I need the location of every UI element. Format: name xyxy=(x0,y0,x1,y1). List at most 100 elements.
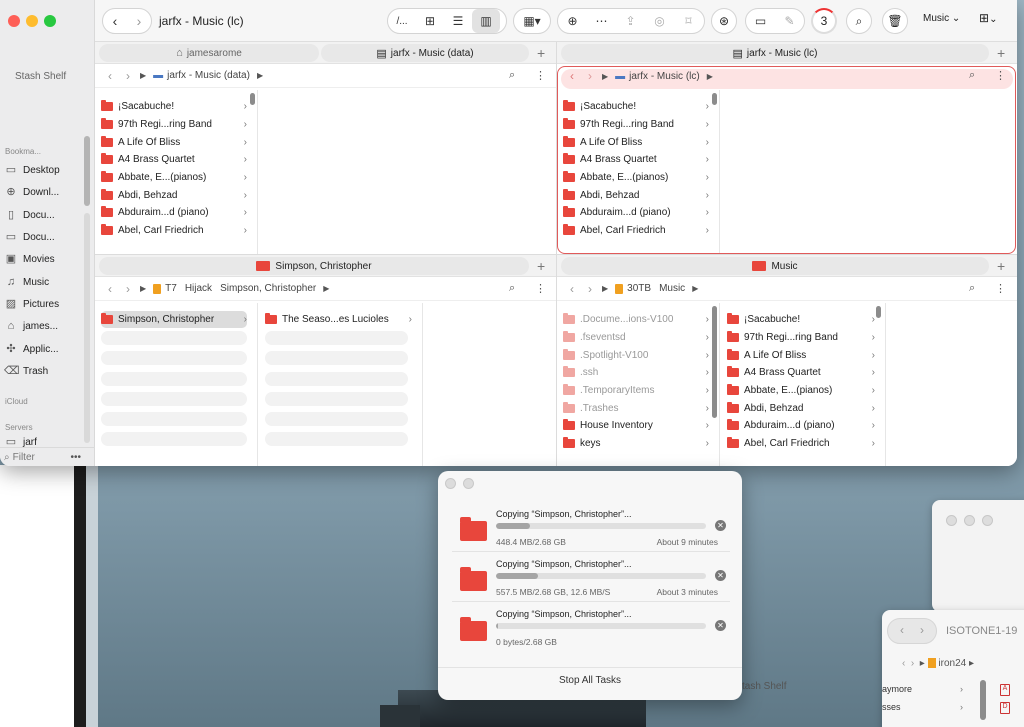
bg-nav-buttons[interactable]: ‹ › xyxy=(887,618,937,644)
list-item[interactable]: A4 Brass Quartet › xyxy=(101,151,247,168)
list-item[interactable]: A Life Of Bliss › xyxy=(101,134,247,151)
list-item[interactable]: Abduraim...d (piano) › xyxy=(727,417,875,434)
list-item[interactable]: 97th Regi...ring Band › xyxy=(727,329,875,346)
zoom-window-button[interactable] xyxy=(44,15,56,27)
network-icon[interactable]: ⊛ xyxy=(711,8,737,34)
list-item[interactable]: .fseventsd › xyxy=(563,329,709,346)
sidebar-filter[interactable]: ⌕ Filter ••• xyxy=(0,447,95,466)
location-selector[interactable]: Music ⌄ xyxy=(923,13,960,24)
add-tab-button[interactable]: + xyxy=(997,45,1005,61)
more-vertical-icon[interactable]: ⋮ xyxy=(535,282,546,295)
bg-scrollbar[interactable] xyxy=(980,680,986,720)
list-item[interactable]: Abdi, Behzad › xyxy=(101,187,247,204)
back-button[interactable]: ‹ xyxy=(103,9,127,33)
add-tab-button[interactable]: + xyxy=(537,45,545,61)
sidebar-item-documents[interactable]: ▯ Docu... xyxy=(4,205,82,225)
list-item[interactable]: A Life Of Bliss › xyxy=(727,347,875,364)
stop-all-tasks-button[interactable]: Stop All Tasks xyxy=(438,675,742,686)
forward-icon[interactable]: › xyxy=(119,282,137,296)
back-icon[interactable]: ‹ xyxy=(563,69,581,83)
list-item[interactable]: 97th Regi...ring Band › xyxy=(563,116,709,133)
path-segment[interactable]: ▬ jarfx - Music (lc) xyxy=(615,71,700,82)
list-item[interactable]: House Inventory › xyxy=(563,417,709,434)
add-tab-button[interactable]: + xyxy=(997,258,1005,274)
tab-jarfx-music-lc[interactable]: ▤ jarfx - Music (lc) xyxy=(561,44,989,62)
search-icon[interactable]: ⌕ xyxy=(509,69,515,82)
cancel-copy-button[interactable]: ✕ xyxy=(715,620,726,631)
path-segment[interactable]: Hijack xyxy=(185,283,212,294)
search-icon[interactable]: ⌕ xyxy=(846,8,872,34)
scrollbar-thumb[interactable] xyxy=(876,306,881,318)
more-icon[interactable]: ••• xyxy=(70,452,81,463)
list-item[interactable]: Abel, Carl Friedrich › xyxy=(563,222,709,239)
list-item[interactable]: Abbate, E...(pianos) › xyxy=(101,169,247,186)
list-view-icon[interactable]: ☰ xyxy=(444,9,472,33)
list-item[interactable]: Abel, Carl Friedrich › xyxy=(727,435,875,452)
search-icon[interactable]: ⌕ xyxy=(969,282,975,295)
icon-view-icon[interactable]: ⊞ xyxy=(416,9,444,33)
group-by-button[interactable]: ▦▾ xyxy=(513,8,551,34)
scrollbar-thumb[interactable] xyxy=(712,306,717,418)
column-view-icon[interactable]: ▥ xyxy=(472,9,500,33)
back-icon[interactable]: ‹ xyxy=(101,69,119,83)
list-item[interactable]: Abdi, Behzad › xyxy=(563,187,709,204)
list-item[interactable]: .Trashes › xyxy=(563,400,709,417)
list-item[interactable]: A Life Of Bliss › xyxy=(563,134,709,151)
list-item[interactable]: ¡Sacabuche! › xyxy=(101,98,247,115)
list-item[interactable]: keys › xyxy=(563,435,709,452)
list-item[interactable]: .Docume...ions-V100 › xyxy=(563,311,709,328)
cancel-copy-button[interactable]: ✕ xyxy=(715,520,726,531)
tab-simpson-christopher[interactable]: Simpson, Christopher xyxy=(99,257,529,275)
more-vertical-icon[interactable]: ⋮ xyxy=(535,69,546,82)
tab-jarfx-music-data[interactable]: ▤ jarfx - Music (data) xyxy=(321,44,529,62)
sidebar-item-pictures[interactable]: ▨ Pictures xyxy=(4,294,82,314)
share-icon[interactable]: ⇪ xyxy=(616,9,645,33)
progress-indicator[interactable]: 3 xyxy=(811,8,837,34)
list-item[interactable]: ¡Sacabuche! › xyxy=(727,311,875,328)
scrollbar-thumb[interactable] xyxy=(250,93,255,105)
tab-jamesarome[interactable]: ⌂ jamesarome xyxy=(99,44,319,62)
list-item[interactable]: .Spotlight-V100 › xyxy=(563,347,709,364)
minimize-window-button[interactable] xyxy=(26,15,38,27)
new-folder-icon[interactable]: ⊕ xyxy=(558,9,587,33)
list-item[interactable]: .TemporaryItems › xyxy=(563,382,709,399)
cancel-copy-button[interactable]: ✕ xyxy=(715,570,726,581)
scrollbar-thumb[interactable] xyxy=(712,93,717,105)
sidebar-scrollbar-track[interactable] xyxy=(84,213,90,443)
search-icon[interactable]: ⌕ xyxy=(969,69,975,82)
path-segment[interactable]: Simpson, Christopher xyxy=(220,283,316,294)
sidebar-item-desktop[interactable]: ▭ Desktop xyxy=(4,160,82,180)
terminal-icon[interactable]: ▭ xyxy=(746,9,775,33)
list-item[interactable]: Abduraim...d (piano) › xyxy=(563,204,709,221)
path-button[interactable]: /... xyxy=(388,9,416,33)
sidebar-item-music[interactable]: ♫ Music xyxy=(4,272,82,292)
minimize-window-button[interactable] xyxy=(463,478,474,489)
forward-icon[interactable]: › xyxy=(119,69,137,83)
background-finder-window[interactable]: ‹ › ISOTONE1-19 ‹ › ▸ iron24 ▸ aymore › ss… xyxy=(882,610,1024,727)
more-vertical-icon[interactable]: ⋮ xyxy=(995,69,1006,82)
search-icon[interactable]: ⌕ xyxy=(509,282,515,295)
list-item[interactable]: A4 Brass Quartet › xyxy=(727,364,875,381)
sidebar-item-documents-folder[interactable]: ▭ Docu... xyxy=(4,227,82,247)
path-segment[interactable]: Music xyxy=(659,283,685,294)
add-tab-button[interactable]: + xyxy=(537,258,545,274)
sidebar-item-movies[interactable]: ▣ Movies xyxy=(4,249,82,269)
trash-icon[interactable]: 🗑 xyxy=(882,8,908,34)
list-item[interactable]: 97th Regi...ring Band › xyxy=(101,116,247,133)
pane-divider-vertical[interactable] xyxy=(556,42,557,466)
sidebar-item-applications[interactable]: ✣ Applic... xyxy=(4,339,82,359)
list-item[interactable]: The Seaso...es Lucioles › xyxy=(265,311,412,328)
tag-icon[interactable]: ⌑ xyxy=(674,9,703,33)
list-item[interactable]: A4 Brass Quartet › xyxy=(563,151,709,168)
path-segment[interactable]: ▬ jarfx - Music (data) xyxy=(153,70,250,81)
list-item[interactable]: Abdi, Behzad › xyxy=(727,400,875,417)
more-vertical-icon[interactable]: ⋮ xyxy=(995,282,1006,295)
back-icon[interactable]: ‹ xyxy=(101,282,119,296)
airdrop-icon[interactable]: ◎ xyxy=(645,9,674,33)
stash-shelf-label[interactable]: Stash Shelf xyxy=(15,71,66,82)
path-segment[interactable]: T7 xyxy=(153,283,177,294)
list-item[interactable]: Abbate, E...(pianos) › xyxy=(563,169,709,186)
sidebar-item-trash[interactable]: ⌫ Trash xyxy=(4,361,82,381)
close-window-button[interactable] xyxy=(445,478,456,489)
background-window[interactable] xyxy=(932,500,1024,612)
